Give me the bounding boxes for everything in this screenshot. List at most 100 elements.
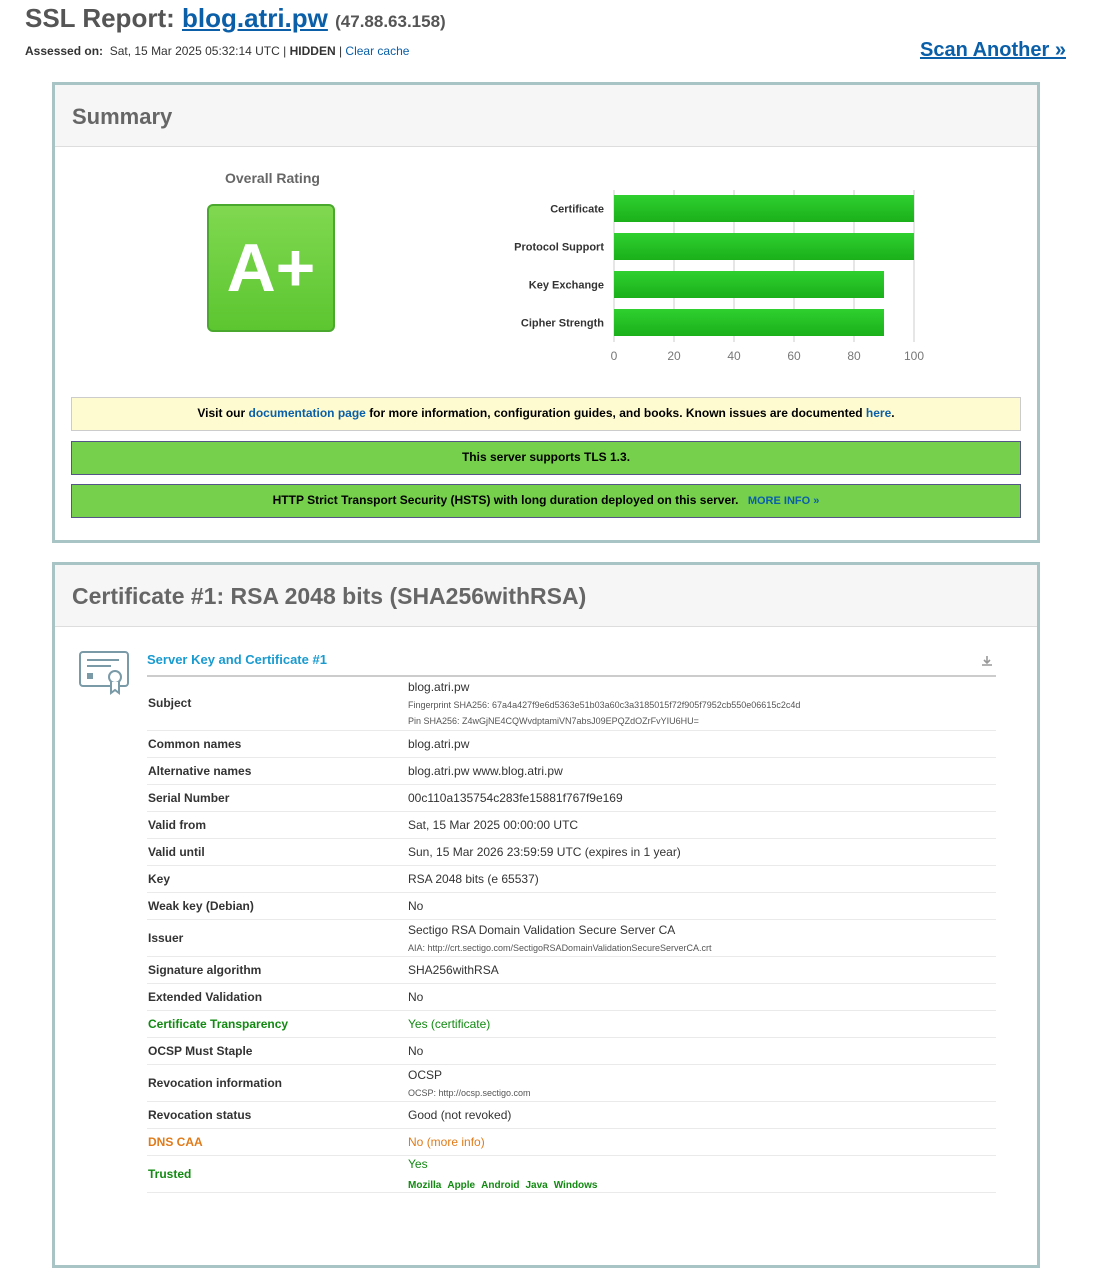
row-value-text: 00c110a135754c283fe15881f767f9e169 bbox=[408, 791, 623, 805]
row-key: Weak key (Debian) bbox=[148, 899, 254, 913]
doc-pre: Visit our bbox=[197, 406, 246, 420]
row-value-main: Good (not revoked) bbox=[408, 1108, 996, 1122]
row-value-text: blog.atri.pw bbox=[408, 737, 470, 751]
doc-end: . bbox=[891, 406, 895, 420]
row-value-main: blog.atri.pw bbox=[408, 680, 996, 694]
table-row: Valid from Sat, 15 Mar 2025 00:00:00 UTC bbox=[147, 812, 996, 839]
documentation-notice: Visit our documentation page for more in… bbox=[71, 397, 1021, 431]
chart-tick-label: 100 bbox=[904, 349, 924, 363]
row-value-text: SHA256withRSA bbox=[408, 963, 499, 977]
row-value-text: Sectigo RSA Domain Validation Secure Ser… bbox=[408, 923, 676, 937]
chart-category-label: Cipher Strength bbox=[521, 318, 604, 330]
row-value: blog.atri.pw bbox=[408, 737, 996, 751]
certificate-icon bbox=[79, 651, 129, 695]
row-value-text: No bbox=[408, 1044, 424, 1058]
row-value-main: Yes bbox=[408, 1157, 996, 1171]
row-key: Serial Number bbox=[148, 791, 230, 805]
row-key: Trusted bbox=[148, 1167, 192, 1181]
row-value-text: RSA 2048 bits (e 65537) bbox=[408, 872, 539, 886]
scan-another-link[interactable]: Scan Another » bbox=[920, 39, 1066, 62]
row-value-main: RSA 2048 bits (e 65537) bbox=[408, 872, 996, 886]
row-key: Alternative names bbox=[148, 764, 252, 778]
row-value: OCSP OCSP: http://ocsp.sectigo.com bbox=[408, 1068, 996, 1098]
row-value-text: No bbox=[408, 990, 424, 1004]
hsts-notice: HTTP Strict Transport Security (HSTS) wi… bbox=[71, 484, 1021, 518]
table-row: Key RSA 2048 bits (e 65537) bbox=[147, 866, 996, 893]
chart-category-label: Key Exchange bbox=[529, 280, 604, 292]
host-link[interactable]: blog.atri.pw bbox=[182, 3, 328, 33]
row-value-text: blog.atri.pw www.blog.atri.pw bbox=[408, 764, 563, 778]
table-row: Subject blog.atri.pw Fingerprint SHA256: 6… bbox=[147, 676, 996, 731]
trust-store-java: Java bbox=[525, 1180, 548, 1191]
ip-address: (47.88.63.158) bbox=[335, 12, 446, 31]
table-row: Extended Validation No bbox=[147, 984, 996, 1011]
row-value: Yes Mozilla Apple Android Java Windows bbox=[408, 1157, 996, 1191]
download-icon[interactable] bbox=[981, 655, 993, 667]
hsts-text: HTTP Strict Transport Security (HSTS) wi… bbox=[272, 493, 739, 507]
more-info-link[interactable]: (more info) bbox=[427, 1135, 485, 1149]
trust-store-windows: Windows bbox=[553, 1180, 598, 1191]
table-row: Weak key (Debian) No bbox=[147, 893, 996, 920]
row-value-detail: OCSP: http://ocsp.sectigo.com bbox=[408, 1088, 531, 1098]
summary-heading: Summary bbox=[72, 104, 173, 129]
row-value-text: Yes (certificate) bbox=[408, 1017, 491, 1031]
hsts-more-info-link[interactable]: MORE INFO » bbox=[748, 495, 820, 507]
row-value: 00c110a135754c283fe15881f767f9e169 bbox=[408, 791, 996, 805]
table-row: Certificate Transparency Yes (certificate… bbox=[147, 1011, 996, 1038]
table-row: OCSP Must Staple No bbox=[147, 1038, 996, 1065]
row-value-main: SHA256withRSA bbox=[408, 963, 996, 977]
row-key: Common names bbox=[148, 737, 242, 751]
row-value-text: Good (not revoked) bbox=[408, 1108, 512, 1122]
certificate-box: Certificate #1: RSA 2048 bits (SHA256wit… bbox=[52, 562, 1040, 1268]
row-value-main: OCSP bbox=[408, 1068, 996, 1082]
assessed-date: Sat, 15 Mar 2025 05:32:14 UTC bbox=[109, 44, 280, 58]
overall-rating-label: Overall Rating bbox=[225, 170, 320, 186]
trust-store-mozilla: Mozilla bbox=[408, 1180, 442, 1191]
chart-bar bbox=[614, 309, 884, 336]
row-value: Good (not revoked) bbox=[408, 1108, 996, 1122]
hidden-flag: HIDDEN bbox=[289, 44, 336, 58]
clear-cache-link[interactable]: Clear cache bbox=[345, 44, 409, 58]
table-row: Revocation information OCSP OCSP: http://o… bbox=[147, 1065, 996, 1102]
table-row: Signature algorithm SHA256withRSA bbox=[147, 957, 996, 984]
row-value-text: Sun, 15 Mar 2026 23:59:59 UTC (expires i… bbox=[408, 845, 681, 859]
chart-tick-label: 80 bbox=[847, 349, 861, 363]
row-value-main: 00c110a135754c283fe15881f767f9e169 bbox=[408, 791, 996, 805]
row-value-text: Sat, 15 Mar 2025 00:00:00 UTC bbox=[408, 818, 579, 832]
server-key-section-title: Server Key and Certificate #1 bbox=[147, 652, 327, 667]
assessed-label: Assessed on: bbox=[25, 44, 104, 58]
row-value: blog.atri.pw Fingerprint SHA256: 67a4a427… bbox=[408, 680, 996, 726]
chart-tick-label: 0 bbox=[611, 349, 618, 363]
rating-chart: 0 20 40 60 80 100 Certificate Protocol Support K… bbox=[514, 190, 924, 363]
chart-bar bbox=[614, 271, 884, 298]
row-value: Sectigo RSA Domain Validation Secure Ser… bbox=[408, 923, 996, 953]
known-issues-link[interactable]: here bbox=[866, 406, 891, 420]
certificate-header: Certificate #1: RSA 2048 bits (SHA256wit… bbox=[55, 565, 1037, 627]
row-value-main: blog.atri.pw bbox=[408, 737, 996, 751]
row-value: Sat, 15 Mar 2025 00:00:00 UTC bbox=[408, 818, 996, 832]
table-row: Trusted Yes Mozilla Apple Android Java Windows bbox=[147, 1156, 996, 1193]
assessed-line: Assessed on: Sat, 15 Mar 2025 05:32:14 U… bbox=[25, 44, 410, 58]
row-value-detail: Fingerprint SHA256: 67a4a427f9e6d5363e51… bbox=[408, 700, 801, 710]
row-value-main: Sun, 15 Mar 2026 23:59:59 UTC (expires i… bbox=[408, 845, 996, 859]
table-row: Alternative names blog.atri.pw www.blog.a… bbox=[147, 758, 996, 785]
chart-tick-label: 20 bbox=[667, 349, 681, 363]
row-key: Revocation status bbox=[148, 1108, 252, 1122]
row-value-main: Yes (certificate) bbox=[408, 1017, 996, 1031]
documentation-link[interactable]: documentation page bbox=[249, 406, 366, 420]
row-value-main: Sectigo RSA Domain Validation Secure Ser… bbox=[408, 923, 996, 937]
row-value: No bbox=[408, 899, 996, 913]
row-value-text: No bbox=[408, 899, 424, 913]
row-value: Yes (certificate) bbox=[408, 1017, 996, 1031]
row-key: DNS CAA bbox=[148, 1135, 203, 1149]
row-key: Certificate Transparency bbox=[148, 1017, 289, 1031]
row-value-main: No bbox=[408, 1044, 996, 1058]
row-value: No bbox=[408, 990, 996, 1004]
row-value: blog.atri.pw www.blog.atri.pw bbox=[408, 764, 996, 778]
table-row: DNS CAA No (more info) bbox=[147, 1129, 996, 1156]
doc-mid: for more information, configuration guid… bbox=[369, 406, 863, 420]
row-value-main: No bbox=[408, 990, 996, 1004]
grade-badge: A+ bbox=[207, 204, 335, 332]
chart-category-label: Protocol Support bbox=[514, 242, 604, 254]
row-value-detail: Pin SHA256: Z4wGjNE4CQWvdptamiVN7absJ09E… bbox=[408, 716, 699, 726]
